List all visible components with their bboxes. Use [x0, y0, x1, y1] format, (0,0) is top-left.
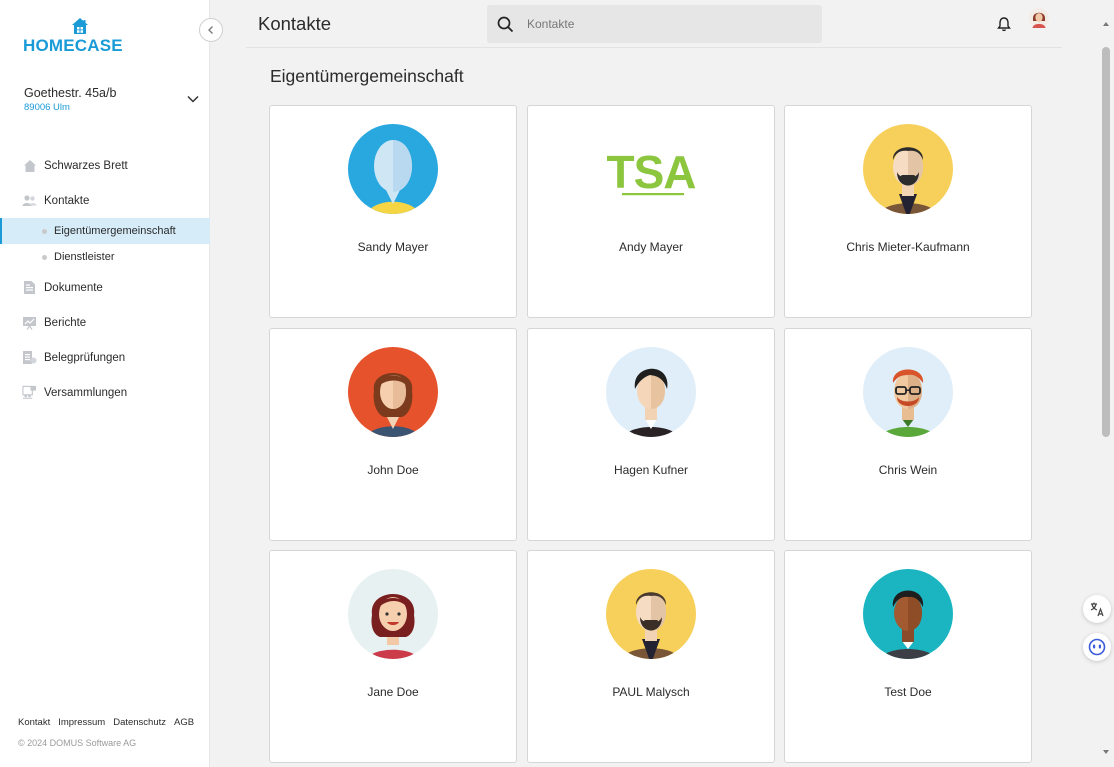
contact-name: Jane Doe [367, 685, 419, 699]
notification-bell-icon[interactable] [996, 16, 1012, 32]
translate-button[interactable] [1083, 595, 1111, 623]
sidebar-item-label: Dokumente [44, 281, 103, 294]
contact-name: Andy Mayer [618, 240, 684, 254]
search-icon[interactable] [497, 16, 514, 33]
property-city: 89006 Ulm [24, 102, 70, 113]
logo-house-icon [72, 18, 88, 34]
document-icon [22, 280, 37, 295]
man-black-hair-avatar [606, 347, 696, 437]
contact-card[interactable]: Hagen Kufner [527, 328, 775, 541]
copyright-text: © 2024 DOMUS Software AG [18, 738, 137, 748]
scroll-down-arrow-icon[interactable] [1102, 748, 1110, 756]
woman-brown-hair-avatar [348, 347, 438, 437]
sidebar-item-label: Kontakte [44, 194, 90, 207]
contact-card[interactable]: PAUL Malysch [527, 550, 775, 763]
man-glasses-avatar [863, 347, 953, 437]
report-chart-icon [22, 315, 37, 330]
contact-name: Sandy Mayer [357, 240, 429, 254]
contact-name: Chris Wein [878, 463, 938, 477]
sidebar-subitem-dienstleister[interactable]: Dienstleister [0, 244, 210, 270]
bullet-dot [42, 254, 47, 260]
translate-icon [1090, 602, 1104, 617]
default-avatar-icon [348, 124, 438, 214]
sidebar-item-label: Schwarzes Brett [44, 159, 128, 172]
scroll-thumb[interactable] [1102, 47, 1110, 437]
contact-card[interactable]: Chris Wein [784, 328, 1032, 541]
sidebar-collapse-button[interactable] [199, 18, 223, 42]
contact-card[interactable]: Sandy Mayer [269, 105, 517, 318]
property-street: Goethestr. 45a/b [24, 86, 117, 100]
contact-card[interactable]: Jane Doe [269, 550, 517, 763]
homecase-logo[interactable]: HOMECASE [23, 17, 123, 57]
footer-link-impressum[interactable]: Impressum [58, 717, 105, 728]
bearded-man-avatar [606, 569, 696, 659]
contact-card[interactable]: Chris Mieter-Kaufmann [784, 105, 1032, 318]
bullet-dot [42, 228, 47, 234]
contact-name: Chris Mieter-Kaufmann [846, 240, 970, 254]
search-bar[interactable] [487, 5, 822, 43]
tsa-logo-text: TSA [607, 146, 696, 198]
footer-link-datenschutz[interactable]: Datenschutz [113, 717, 166, 728]
contact-card[interactable]: Test Doe [784, 550, 1032, 763]
man-dark-skin-avatar [863, 569, 953, 659]
sidebar-item-label: Belegprüfungen [44, 351, 126, 364]
sidebar-item-dokumente[interactable]: Dokumente [0, 270, 210, 305]
receipt-check-icon [22, 350, 37, 365]
house-icon [22, 158, 37, 173]
footer-link-kontakt[interactable]: Kontakt [18, 717, 50, 728]
contacts-icon [22, 193, 37, 208]
woman-smiling-avatar [348, 569, 438, 659]
contact-name: PAUL Malysch [612, 685, 690, 699]
sidebar-subitem-label: Eigentümergemeinschaft [54, 225, 176, 237]
contact-card[interactable]: John Doe [269, 328, 517, 541]
logo-text: HOMECASE [23, 36, 123, 55]
bearded-man-avatar [863, 124, 953, 214]
contact-name: John Doe [367, 463, 419, 477]
sidebar: HOMECASE Goethestr. 45a/b 89006 Ulm Schw… [0, 0, 210, 767]
footer-links: Kontakt Impressum Datenschutz AGB [18, 717, 194, 728]
top-header: Kontakte [246, 0, 1062, 48]
assistant-bot-icon [1088, 638, 1106, 656]
sidebar-item-kontakte[interactable]: Kontakte [0, 183, 210, 218]
contact-card[interactable]: TSA Andy Mayer [527, 105, 775, 318]
section-title: Eigentümergemeinschaft [270, 66, 464, 86]
sidebar-item-berichte[interactable]: Berichte [0, 305, 210, 340]
sidebar-item-schwarzes-brett[interactable]: Schwarzes Brett [0, 148, 210, 183]
sidebar-item-versammlungen[interactable]: Versammlungen [0, 375, 210, 410]
contact-name: Hagen Kufner [613, 463, 689, 477]
search-input[interactable] [527, 17, 787, 31]
sidebar-item-belegpruefungen[interactable]: Belegprüfungen [0, 340, 210, 375]
contact-name: Test Doe [884, 685, 932, 699]
user-avatar[interactable] [1029, 8, 1049, 28]
sidebar-item-label: Berichte [44, 316, 87, 329]
property-selector[interactable]: Goethestr. 45a/b 89006 Ulm [24, 86, 200, 113]
page-title: Kontakte [258, 13, 332, 34]
sidebar-item-label: Versammlungen [44, 386, 128, 399]
chevron-left-icon [208, 26, 213, 34]
scroll-up-arrow-icon[interactable] [1102, 20, 1110, 28]
assistant-button[interactable] [1083, 633, 1111, 661]
footer-link-agb[interactable]: AGB [174, 717, 194, 728]
chevron-down-icon[interactable] [186, 92, 200, 106]
tsa-logo: TSA [607, 146, 697, 198]
sidebar-subitem-eigentuemergemeinschaft[interactable]: Eigentümergemeinschaft [0, 218, 210, 244]
meeting-icon [22, 385, 37, 400]
sidebar-nav: Schwarzes Brett Kontakte Eigentümergemei… [0, 148, 210, 410]
sidebar-subitem-label: Dienstleister [54, 251, 115, 263]
